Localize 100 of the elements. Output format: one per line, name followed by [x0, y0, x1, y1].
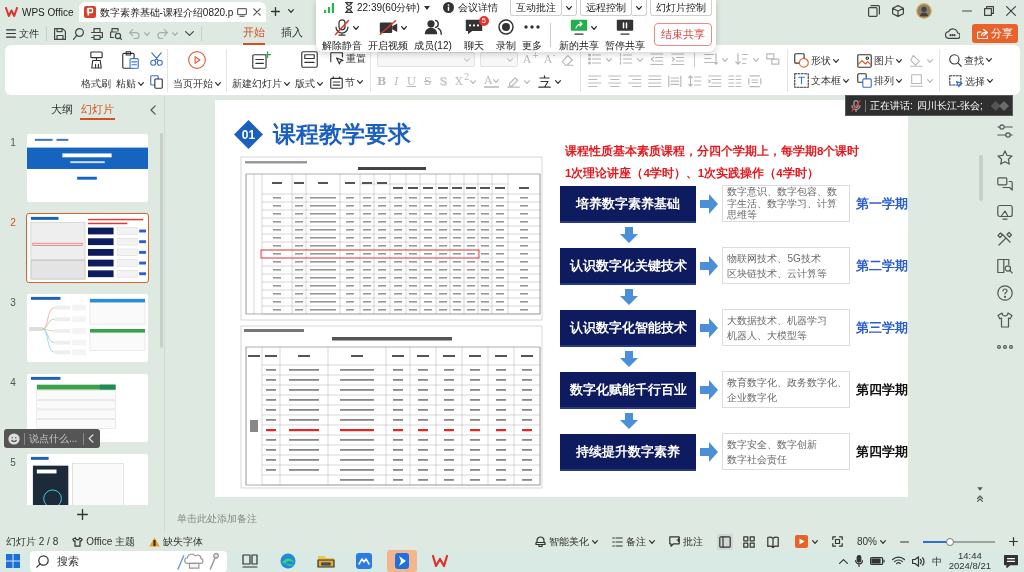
- magnifier-icon[interactable]: [73, 27, 84, 40]
- meeting-timer[interactable]: 22:39(60分钟): [345, 0, 430, 15]
- notification-icon[interactable]: [1004, 554, 1018, 568]
- panel-tab[interactable]: 大纲: [49, 99, 74, 121]
- meeting-details-button[interactable]: 会议详情: [442, 0, 498, 15]
- search-field[interactable]: 搜索: [57, 552, 83, 570]
- slide-control-button[interactable]: 幻灯片控制: [650, 0, 712, 16]
- cut-icon[interactable]: [150, 51, 163, 66]
- step-banner: 认识数字化智能技术: [560, 310, 697, 345]
- arrow-app-icon[interactable]: [387, 550, 417, 572]
- smile-icon[interactable]: [8, 432, 20, 445]
- cube-icon[interactable]: [892, 5, 904, 17]
- print-icon[interactable]: [91, 27, 103, 40]
- chevron-down-icon[interactable]: [288, 9, 295, 13]
- chat-dialog[interactable]: 说点什么...: [4, 429, 100, 448]
- battery-icon[interactable]: [869, 557, 885, 565]
- play-from-current-button[interactable]: 当页开始: [172, 49, 222, 92]
- record-button[interactable]: 录制: [495, 16, 516, 53]
- find-button[interactable]: 查找: [948, 52, 993, 68]
- previous-page-icon[interactable]: [977, 495, 983, 502]
- zoom-level-button[interactable]: 80%: [857, 534, 886, 549]
- input-method-indicator[interactable]: 中: [931, 553, 942, 569]
- chat-field[interactable]: 说点什么...: [29, 431, 79, 446]
- speaker-icon[interactable]: [911, 555, 925, 567]
- close-icon[interactable]: [1006, 6, 1016, 16]
- normal-view-icon[interactable]: [717, 533, 733, 550]
- beautify-button[interactable]: 智能美化: [535, 534, 598, 549]
- cloud-icon[interactable]: [945, 28, 960, 39]
- section-button[interactable]: 节: [330, 74, 366, 90]
- zoom-out-icon[interactable]: [900, 540, 909, 543]
- window-tiles-icon[interactable]: [868, 5, 880, 17]
- new-tab-icon[interactable]: [271, 6, 281, 16]
- video-off-icon: [378, 19, 398, 35]
- document-tab[interactable]: 数字素养基础-课程介绍0820.p: [78, 2, 267, 22]
- slide-thumbnail[interactable]: [26, 213, 149, 283]
- chevron-up-icon[interactable]: [838, 558, 848, 564]
- picture-button[interactable]: 图片: [856, 53, 902, 68]
- select-button[interactable]: 选择: [948, 73, 993, 89]
- restore-icon[interactable]: [984, 6, 994, 16]
- shirt-icon[interactable]: [996, 312, 1013, 328]
- new-slide-button[interactable]: 新建幻灯片: [231, 49, 291, 92]
- star-icon[interactable]: [996, 150, 1013, 166]
- chat-bubbles-icon[interactable]: [996, 177, 1013, 193]
- notes-button[interactable]: 备注: [612, 534, 655, 549]
- microphone-icon[interactable]: [854, 555, 863, 567]
- slider-thumb[interactable]: [946, 537, 955, 546]
- fit-window-icon[interactable]: [832, 536, 843, 547]
- start-icon[interactable]: [6, 554, 20, 568]
- panel-tab[interactable]: 幻灯片: [79, 99, 115, 121]
- save-icon[interactable]: [54, 27, 66, 40]
- members-button[interactable]: 成员(12): [414, 16, 452, 53]
- avatar-icon[interactable]: [916, 3, 932, 19]
- ribbon-tab[interactable]: 插入: [281, 22, 303, 45]
- print-preview-icon[interactable]: [110, 27, 122, 40]
- annotation-button[interactable]: 互动批注: [510, 0, 562, 16]
- textbox-button[interactable]: 文本框: [793, 73, 849, 88]
- theme-button[interactable]: Office 主题: [72, 534, 135, 549]
- new-share-button[interactable]: 新的共享: [558, 16, 599, 53]
- more-button[interactable]: 更多: [521, 16, 542, 53]
- copy-icon[interactable]: [150, 75, 163, 90]
- remote-control-button[interactable]: 远程控制: [580, 0, 632, 16]
- add-slide-icon[interactable]: [76, 509, 88, 520]
- zoom-in-icon[interactable]: [1009, 537, 1018, 546]
- layout-button[interactable]: 版式: [294, 49, 324, 92]
- start-video-button[interactable]: 开启视频: [368, 16, 408, 53]
- wifi-icon[interactable]: [891, 556, 905, 566]
- scroll-down-icon[interactable]: [977, 487, 983, 491]
- comment-icon: [669, 536, 680, 547]
- zoom-slider[interactable]: [923, 540, 995, 543]
- file-menu-button[interactable]: 文件: [6, 26, 39, 41]
- monitor-icon[interactable]: [237, 7, 248, 17]
- screen-icon[interactable]: [996, 204, 1013, 220]
- book-search-icon[interactable]: [996, 258, 1013, 274]
- tools-icon[interactable]: [996, 231, 1013, 247]
- shape-button[interactable]: 形状: [793, 53, 849, 68]
- slideshow-button[interactable]: [795, 535, 818, 548]
- chat-button[interactable]: 5 聊天: [457, 16, 490, 53]
- grid-view-icon[interactable]: [741, 533, 757, 550]
- paste-button[interactable]: 粘贴: [115, 49, 145, 92]
- pause-share-button[interactable]: 暂停共享: [604, 16, 645, 53]
- home-tab[interactable]: WPS Office: [0, 2, 79, 22]
- clock[interactable]: 14:44 2024/8/21: [948, 550, 991, 572]
- dropdown-button[interactable]: [562, 0, 577, 16]
- dropdown-button[interactable]: [632, 0, 647, 16]
- close-icon[interactable]: [253, 8, 262, 16]
- collapse-icon[interactable]: [150, 105, 156, 115]
- caret-icon: [592, 539, 598, 544]
- end-share-button[interactable]: 结束共享: [654, 23, 712, 46]
- arrange-button[interactable]: 排列: [856, 73, 902, 88]
- comments-button[interactable]: 批注: [669, 534, 703, 549]
- pause-share-icon: [615, 19, 634, 35]
- format-painter-button[interactable]: 格式刷: [80, 49, 112, 92]
- reset-button[interactable]: 重置: [330, 51, 366, 67]
- missing-fonts-button[interactable]: 缺失字体: [148, 534, 203, 549]
- search-bar[interactable]: 搜索: [30, 550, 227, 572]
- text-effect-button[interactable]: [538, 75, 562, 88]
- help-icon[interactable]: [996, 285, 1013, 301]
- adjust-icon[interactable]: [996, 123, 1013, 139]
- unmute-button[interactable]: 解除静音: [322, 16, 362, 53]
- chevron-down-icon[interactable]: [185, 31, 194, 36]
